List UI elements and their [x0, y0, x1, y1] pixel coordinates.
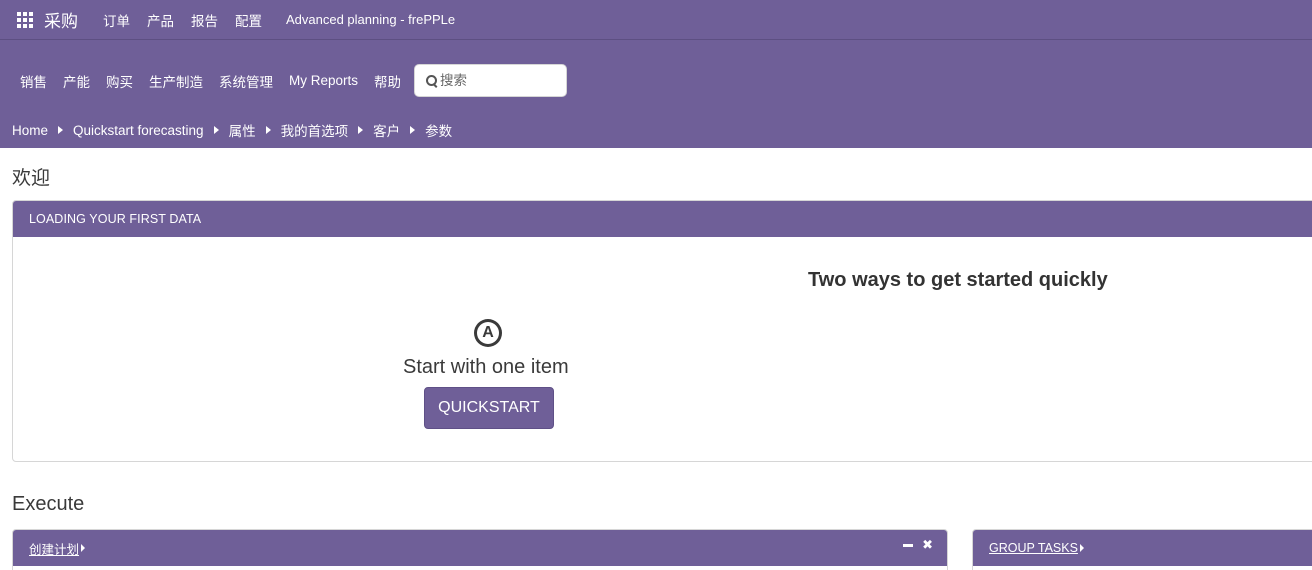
- option-a-badge-icon: A: [474, 319, 502, 347]
- breadcrumb-home[interactable]: Home: [12, 123, 48, 138]
- group-tasks-link[interactable]: GROUP TASKS: [989, 541, 1078, 555]
- search-input[interactable]: [440, 72, 561, 89]
- breadcrumb-parameters[interactable]: 参数: [425, 120, 452, 140]
- nav-sales[interactable]: 销售: [20, 71, 47, 91]
- nav-my-reports[interactable]: My Reports: [289, 73, 358, 88]
- caret-right-icon: [358, 126, 364, 134]
- widget-header: 创建计划 ✖: [13, 530, 947, 566]
- quickstart-button[interactable]: QUICKSTART: [424, 387, 554, 429]
- minimize-icon[interactable]: [903, 544, 914, 547]
- execute-title: Execute: [12, 493, 85, 515]
- welcome-title: 欢迎: [12, 167, 51, 189]
- nav-manufacturing[interactable]: 生产制造: [149, 71, 203, 91]
- top-menu-orders[interactable]: 订单: [103, 10, 130, 30]
- nav-admin[interactable]: 系统管理: [219, 71, 273, 91]
- search-box[interactable]: [414, 64, 568, 97]
- top-menu-products[interactable]: 产品: [147, 10, 174, 30]
- app-name[interactable]: 采购: [44, 7, 78, 32]
- frepple-navbar: 销售 产能 购买 生产制造 系统管理 My Reports 帮助 Home Qu…: [0, 40, 1312, 148]
- group-tasks-widget: GROUP TASKS: [972, 529, 1312, 570]
- breadcrumb-attributes[interactable]: 属性: [229, 120, 256, 140]
- top-menu-reports[interactable]: 报告: [191, 10, 218, 30]
- search-icon: [426, 74, 438, 87]
- caret-right-icon: [213, 126, 219, 134]
- nav-capacity[interactable]: 产能: [63, 71, 90, 91]
- caret-right-icon: [1079, 544, 1084, 552]
- caret-right-icon: [81, 544, 86, 552]
- widget-tools: ✖: [903, 539, 933, 552]
- breadcrumb: Home Quickstart forecasting 属性 我的首选项 客户 …: [12, 120, 452, 141]
- caret-right-icon: [410, 126, 416, 134]
- apps-grid-icon[interactable]: [17, 11, 33, 28]
- main-menu: 销售 产能 购买 生产制造 系统管理 My Reports 帮助: [20, 64, 568, 97]
- create-plan-widget: 创建计划 ✖: [12, 529, 948, 570]
- breadcrumb-preferences[interactable]: 我的首选项: [281, 120, 349, 140]
- option-a-badge-letter: A: [477, 322, 499, 344]
- loading-data-panel: LOADING YOUR FIRST DATA Two ways to get …: [12, 200, 1312, 462]
- widget-header: GROUP TASKS: [973, 530, 1312, 566]
- caret-right-icon: [265, 126, 271, 134]
- caret-right-icon: [58, 126, 64, 134]
- breadcrumb-customers[interactable]: 客户: [373, 120, 400, 140]
- create-plan-link[interactable]: 创建计划: [29, 539, 79, 558]
- nav-purchasing[interactable]: 购买: [106, 71, 133, 91]
- top-menu-advanced-planning[interactable]: Advanced planning - frePPLe: [286, 12, 455, 27]
- breadcrumb-quickstart-forecasting[interactable]: Quickstart forecasting: [73, 123, 204, 138]
- nav-help[interactable]: 帮助: [374, 71, 401, 91]
- ways-title: Two ways to get started quickly: [808, 269, 1108, 291]
- top-menu-configuration[interactable]: 配置: [235, 10, 262, 30]
- option-a-text: Start with one item: [403, 356, 569, 378]
- close-icon[interactable]: ✖: [922, 539, 933, 552]
- top-app-bar: 采购 订单 产品 报告 配置 Advanced planning - frePP…: [0, 0, 1312, 40]
- panel-header: LOADING YOUR FIRST DATA: [13, 201, 1312, 237]
